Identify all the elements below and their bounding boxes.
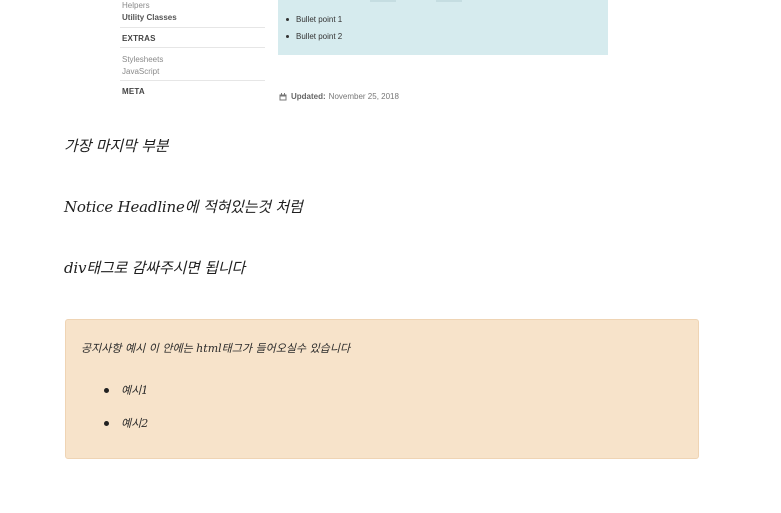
list-item: 예시1	[103, 384, 149, 397]
preview-callout-box: Bullet point 1 Bullet point 2	[278, 0, 608, 55]
paragraph-last-part: 가장 마지막 부분	[64, 137, 169, 155]
list-item: Bullet point 1	[285, 15, 343, 24]
list-item: 예시2	[103, 417, 149, 430]
updated-label: Updated:	[291, 92, 326, 101]
list-item: Bullet point 2	[285, 32, 343, 41]
sidebar-item-javascript[interactable]: JavaScript	[122, 67, 159, 76]
updated-meta: Updated: November 25, 2018	[279, 92, 399, 101]
paragraph-notice-headline: Notice Headline에 적혀있는것 처럼	[64, 198, 303, 216]
notice-text: 공지사항 예시 이 안에는 html태그가 들어오실수 있습니다	[81, 342, 351, 355]
embedded-theme-screenshot: Helpers Utility Classes EXTRAS Styleshee…	[0, 0, 781, 110]
preview-tab	[436, 0, 462, 2]
notice-box: 공지사항 예시 이 안에는 html태그가 들어오실수 있습니다 예시1 예시2	[65, 319, 699, 459]
sidebar-heading-meta: META	[122, 87, 145, 96]
sidebar-divider	[120, 80, 265, 81]
preview-tab	[370, 0, 396, 2]
sidebar-divider	[120, 27, 265, 28]
calendar-icon	[279, 92, 287, 100]
sidebar-divider	[120, 47, 265, 48]
sidebar-item-utility-classes[interactable]: Utility Classes	[122, 13, 177, 22]
updated-date: November 25, 2018	[328, 92, 399, 101]
sidebar-item-helpers[interactable]: Helpers	[122, 1, 150, 10]
paragraph-div-tag: div태그로 감싸주시면 됩니다	[64, 259, 246, 277]
sidebar-heading-extras: EXTRAS	[122, 34, 156, 43]
sidebar-item-stylesheets[interactable]: Stylesheets	[122, 55, 163, 64]
